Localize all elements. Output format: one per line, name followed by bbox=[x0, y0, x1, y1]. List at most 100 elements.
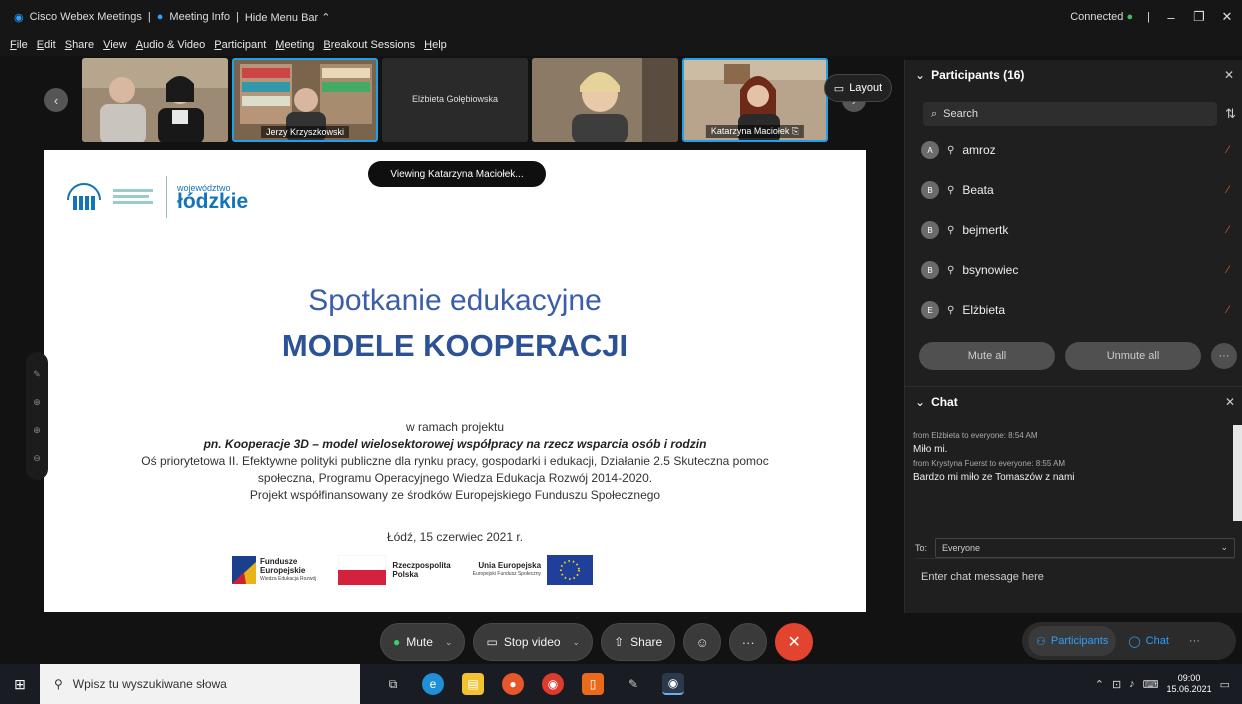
system-tray: ⌃ ⊡ ♪ ⌨ 09:00 15.06.2021 ▭ bbox=[1095, 664, 1242, 704]
windows-start-icon[interactable]: ⊞ bbox=[0, 676, 40, 693]
chevron-down-icon[interactable]: ⌄ bbox=[445, 637, 453, 648]
more-options-button[interactable]: ··· bbox=[729, 623, 768, 661]
chat-scrollbar[interactable] bbox=[1233, 425, 1242, 521]
logo-icon bbox=[67, 183, 101, 210]
menu-view[interactable]: View bbox=[103, 39, 127, 51]
location-icon: ⚲ bbox=[947, 264, 955, 276]
tab-chat[interactable]: ◯ Chat bbox=[1120, 626, 1177, 656]
layout-button[interactable]: ▭ Layout bbox=[824, 74, 892, 102]
info-icon[interactable]: ● bbox=[157, 11, 164, 23]
chat-section: ⌄ Chat ✕ from Elżbieta to everyone: 8:54… bbox=[905, 386, 1242, 613]
chat-messages: from Elżbieta to everyone: 8:54 AM Miło … bbox=[913, 429, 1223, 485]
muted-microphone-icon[interactable]: ⁄ bbox=[1227, 224, 1229, 236]
chat-message: Miło mi. bbox=[913, 444, 948, 455]
volume-icon[interactable]: ♪ bbox=[1129, 678, 1135, 690]
webex-taskbar-icon[interactable]: ◉ bbox=[662, 673, 684, 695]
panel-more-button[interactable]: ··· bbox=[1181, 626, 1208, 656]
share-button[interactable]: ⇧ Share bbox=[601, 623, 676, 661]
pin-icon[interactable]: ⊕ bbox=[33, 397, 41, 408]
participants-search-input[interactable]: ⌕ Search bbox=[923, 102, 1217, 126]
menu-edit[interactable]: Edit bbox=[37, 39, 56, 51]
file-explorer-icon[interactable]: ▤ bbox=[462, 673, 484, 695]
participant-row[interactable]: E ⚲ Elżbieta ⁄ bbox=[905, 290, 1242, 330]
muted-microphone-icon[interactable]: ⁄ bbox=[1227, 144, 1229, 156]
video-tile-3[interactable]: Elżbieta Gołębiowska bbox=[382, 58, 528, 142]
paint-app-icon[interactable]: ✎ bbox=[622, 673, 644, 695]
video-tile-1[interactable] bbox=[82, 58, 228, 142]
notifications-icon[interactable]: ▭ bbox=[1220, 678, 1230, 691]
video-tile-2[interactable]: Jerzy Krzyszkowski bbox=[232, 58, 378, 142]
prev-videos-button[interactable]: ‹ bbox=[44, 88, 68, 112]
menu-file[interactable]: File bbox=[10, 39, 28, 51]
location-icon: ⚲ bbox=[947, 184, 955, 196]
participants-more-button[interactable]: ··· bbox=[1211, 343, 1237, 369]
edge-icon[interactable]: e bbox=[422, 673, 444, 695]
chevron-down-icon: ⌄ bbox=[915, 395, 926, 409]
viewing-indicator[interactable]: Viewing Katarzyna Maciołek... bbox=[368, 161, 546, 187]
document-app-icon[interactable]: ▯ bbox=[582, 673, 604, 695]
chat-header[interactable]: ⌄ Chat ✕ bbox=[905, 387, 1242, 417]
participant-row[interactable]: B ⚲ Beata ⁄ bbox=[905, 170, 1242, 210]
muted-microphone-icon[interactable]: ⁄ bbox=[1227, 304, 1229, 316]
taskbar-clock[interactable]: 09:00 15.06.2021 bbox=[1167, 673, 1212, 695]
menu-participant[interactable]: Participant bbox=[214, 39, 266, 51]
video-tile-5[interactable]: Katarzyna Maciołek ⎘ bbox=[682, 58, 828, 142]
chevron-down-icon[interactable]: ⌄ bbox=[573, 637, 581, 648]
menu-meeting[interactable]: Meeting bbox=[275, 39, 314, 51]
slide-subtitle: MODELE KOOPERACJI bbox=[281, 328, 629, 363]
network-icon[interactable]: ⊡ bbox=[1112, 678, 1121, 691]
keyboard-icon[interactable]: ⌨ bbox=[1143, 678, 1159, 691]
annotate-icon[interactable]: ✎ bbox=[33, 369, 41, 380]
participant-row[interactable]: A ⚲ amroz ⁄ bbox=[905, 130, 1242, 170]
close-window-button[interactable]: ✕ bbox=[1220, 9, 1234, 25]
task-view-icon[interactable]: ⧉ bbox=[382, 673, 404, 695]
video-tile-4[interactable] bbox=[532, 58, 678, 142]
hide-menu-bar-button[interactable]: Hide Menu Bar ⌃ bbox=[245, 11, 331, 24]
mute-controls: Mute all Unmute all ··· bbox=[919, 342, 1241, 370]
taskbar-search-input[interactable]: ⚲ Wpisz tu wyszukiwane słowa bbox=[40, 664, 360, 704]
menu-bar: File Edit Share View Audio & Video Parti… bbox=[0, 34, 1242, 56]
participant-name-label: Katarzyna Maciołek ⎘ bbox=[705, 125, 805, 138]
polish-flag-icon bbox=[338, 555, 387, 585]
zoom-out-icon[interactable]: ⊖ bbox=[33, 453, 41, 464]
participant-row[interactable]: B ⚲ bejmertk ⁄ bbox=[905, 210, 1242, 250]
chevron-up-icon[interactable]: ⌃ bbox=[1095, 678, 1104, 691]
zoom-in-icon[interactable]: ⊕ bbox=[33, 425, 41, 436]
shared-content-slide: województwo łódzkie Spotkanie edukacyjne… bbox=[44, 150, 866, 612]
layout-icon: ▭ bbox=[833, 82, 845, 95]
chat-icon: ◯ bbox=[1128, 635, 1141, 648]
unmute-all-button[interactable]: Unmute all bbox=[1065, 342, 1201, 370]
chevron-up-icon: ⌃ bbox=[321, 11, 331, 24]
participant-row[interactable]: B ⚲ bsynowiec ⁄ bbox=[905, 250, 1242, 290]
sort-icon[interactable]: ⇅ bbox=[1225, 106, 1236, 122]
menu-audio-video[interactable]: Audio & Video bbox=[136, 39, 206, 51]
chrome-icon[interactable]: ◉ bbox=[542, 673, 564, 695]
meeting-info-button[interactable]: Meeting Info bbox=[169, 11, 230, 23]
minimize-button[interactable]: – bbox=[1164, 10, 1178, 25]
maximize-button[interactable]: ❐ bbox=[1192, 9, 1206, 25]
chat-recipient-select[interactable]: Everyone ⌄ bbox=[935, 537, 1235, 558]
tab-participants[interactable]: ⚇ Participants bbox=[1028, 626, 1117, 656]
menu-share[interactable]: Share bbox=[65, 39, 94, 51]
close-participants-button[interactable]: ✕ bbox=[1224, 68, 1234, 82]
avatar: B bbox=[921, 261, 939, 279]
muted-microphone-icon[interactable]: ⁄ bbox=[1227, 184, 1229, 196]
close-chat-button[interactable]: ✕ bbox=[1225, 395, 1235, 409]
participant-video-image bbox=[82, 58, 228, 142]
mute-all-button[interactable]: Mute all bbox=[919, 342, 1055, 370]
chat-message-input[interactable]: Enter chat message here bbox=[921, 571, 1044, 583]
menu-breakout-sessions[interactable]: Breakout Sessions bbox=[323, 39, 415, 51]
participant-name-label: Jerzy Krzyszkowski bbox=[260, 126, 350, 138]
stop-video-button[interactable]: ▭ Stop video ⌄ bbox=[473, 623, 594, 661]
firefox-icon[interactable]: ● bbox=[502, 673, 524, 695]
reactions-button[interactable]: ☺ bbox=[683, 623, 722, 661]
muted-microphone-icon[interactable]: ⁄ bbox=[1227, 264, 1229, 276]
menu-help[interactable]: Help bbox=[424, 39, 447, 51]
avatar: A bbox=[921, 141, 939, 159]
participants-icon: ⚇ bbox=[1036, 635, 1046, 648]
leave-meeting-button[interactable]: ✕ bbox=[775, 623, 814, 661]
search-icon: ⌕ bbox=[931, 107, 938, 120]
participants-header[interactable]: ⌄ Participants (16) ✕ bbox=[905, 60, 1242, 90]
mute-button[interactable]: ● Mute ⌄ bbox=[380, 623, 466, 661]
logo-rzeczpospolita-polska: Rzeczpospolita Polska bbox=[338, 555, 451, 585]
